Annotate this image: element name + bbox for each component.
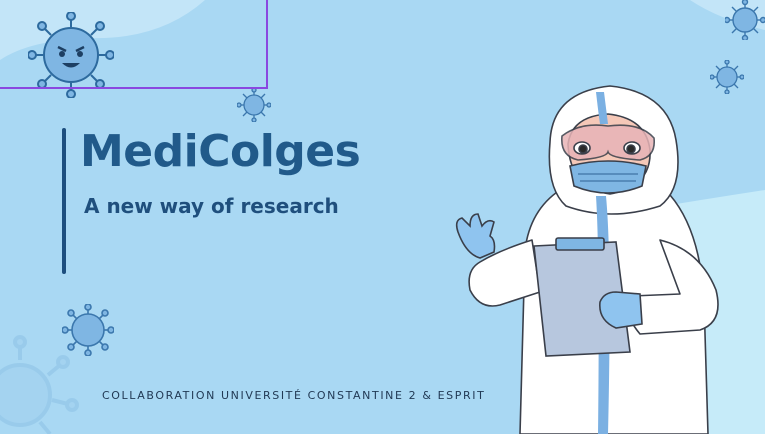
virus-icon [237, 88, 271, 122]
presentation-slide: MediColges A new way of research COLLABO… [0, 0, 765, 434]
virus-icon [725, 0, 765, 40]
doctor-illustration [455, 85, 719, 434]
slide-subtitle: A new way of research [84, 194, 339, 218]
glove-left [455, 213, 496, 259]
face-mask [569, 160, 647, 194]
slide-title: MediColges [80, 126, 361, 177]
virus-icon [62, 304, 114, 356]
selection-frame [0, 0, 268, 89]
accent-bar [62, 128, 66, 274]
slide-footer: COLLABORATION UNIVERSITÉ CONSTANTINE 2 &… [102, 389, 486, 402]
